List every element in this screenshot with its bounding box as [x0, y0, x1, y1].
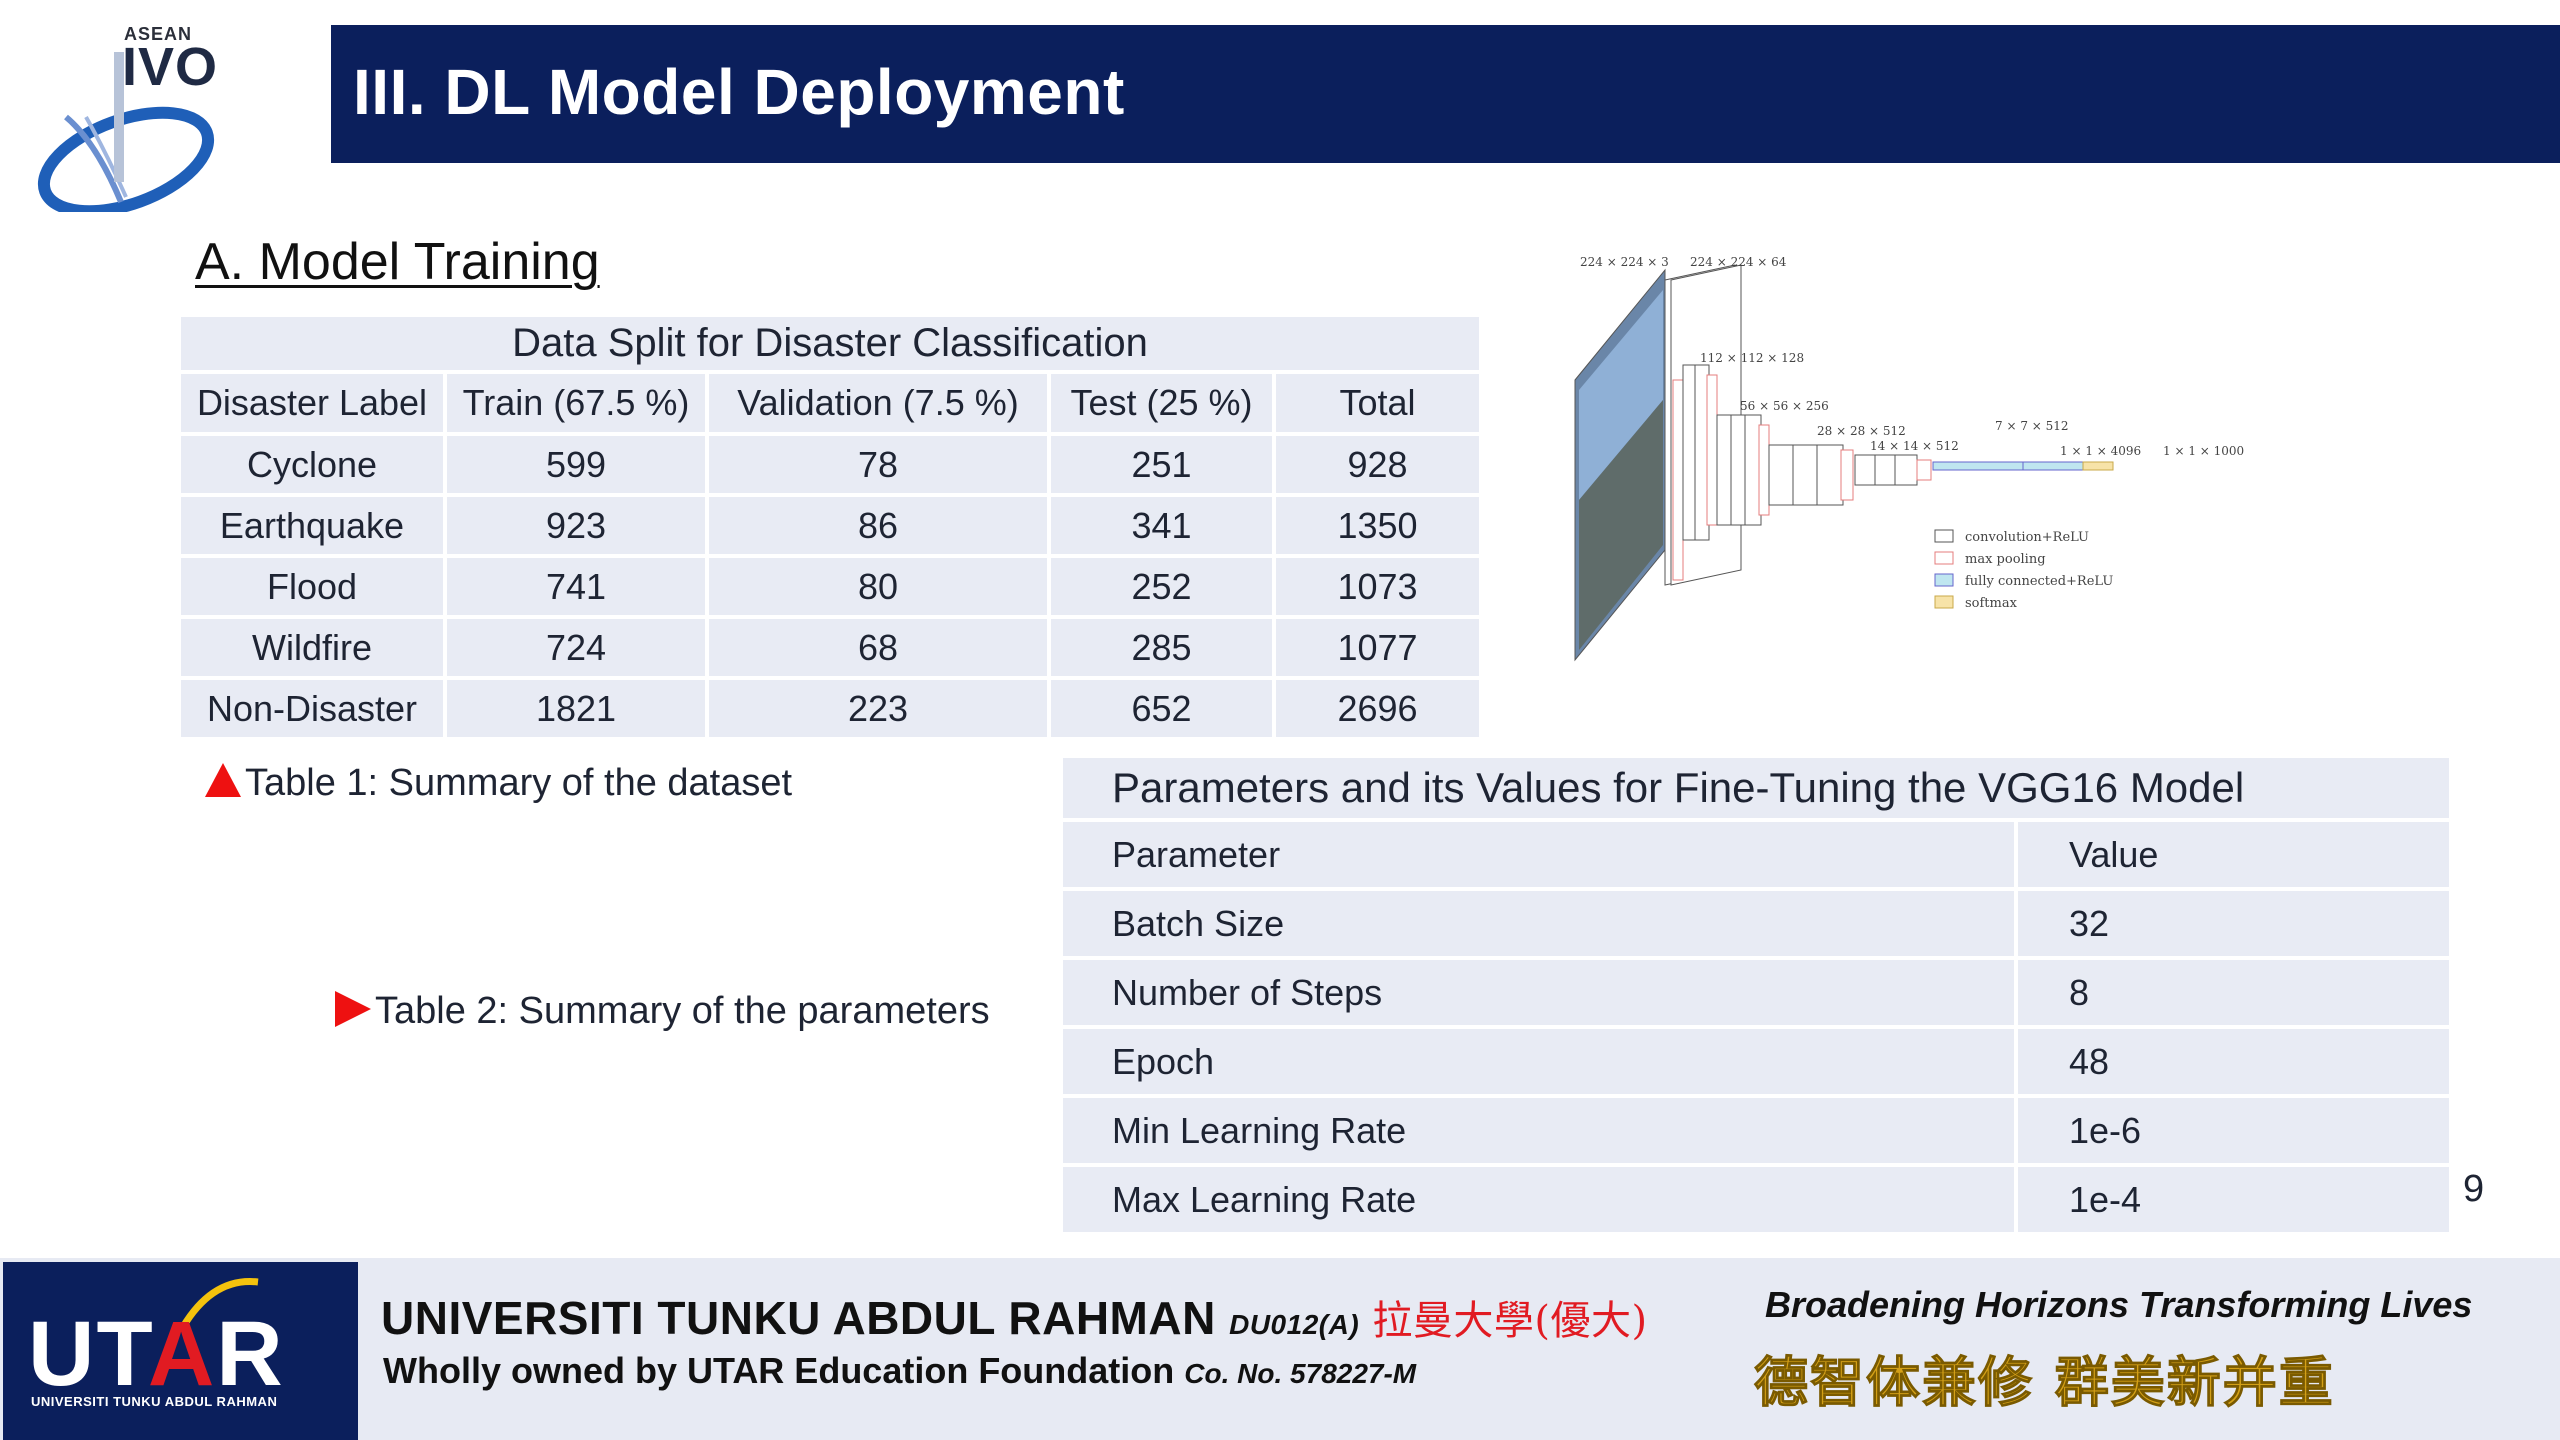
dataset-cell: 923 — [447, 497, 705, 554]
vgg16-diagram-svg: 224 × 224 × 3 224 × 224 × 64 112 × 112 ×… — [1574, 255, 2244, 662]
title-bar: III. DL Model Deployment — [331, 25, 2560, 163]
table1-label: Table 1: Summary of the dataset — [205, 762, 792, 805]
table-row: Number of Steps 8 — [1063, 960, 2449, 1025]
dataset-cell: 341 — [1051, 497, 1272, 554]
table-row: Earthquake 923 86 341 1350 — [181, 497, 1479, 554]
ownership-line: Wholly owned by UTAR Education Foundatio… — [383, 1350, 1416, 1392]
dataset-table: Data Split for Disaster Classification D… — [177, 313, 1483, 741]
dataset-table-caption: Data Split for Disaster Classification — [181, 317, 1479, 370]
parameters-table-caption: Parameters and its Values for Fine-Tunin… — [1063, 758, 2449, 818]
dim-label: 56 × 56 × 256 — [1740, 399, 1829, 413]
dataset-cell: 223 — [709, 680, 1047, 737]
motto-chinese: 德智体兼修 群美新并重 — [1754, 1350, 2335, 1415]
table-row: Parameter Value — [1063, 822, 2449, 887]
parameter-name: Min Learning Rate — [1063, 1098, 2014, 1163]
utar-logo-subtitle: UNIVERSITI TUNKU ABDUL RAHMAN — [31, 1394, 278, 1409]
section-heading: A. Model Training — [195, 233, 600, 291]
parameters-col-header: Value — [2018, 822, 2449, 887]
legend-item: max pooling — [1965, 552, 2046, 567]
dim-label: 14 × 14 × 512 — [1870, 439, 1959, 453]
legend-item: softmax — [1965, 596, 2018, 611]
ivo-logo: ASEAN IVO — [26, 22, 226, 212]
parameter-name: Max Learning Rate — [1063, 1167, 2014, 1232]
dim-label: 224 × 224 × 64 — [1690, 255, 1787, 269]
table-row: Min Learning Rate 1e-6 — [1063, 1098, 2449, 1163]
dataset-cell: 86 — [709, 497, 1047, 554]
dim-label: 7 × 7 × 512 — [1995, 419, 2069, 433]
registration-code: DU012(A) — [1229, 1309, 1360, 1340]
dataset-cell: 652 — [1051, 680, 1272, 737]
page-number: 9 — [2463, 1168, 2485, 1210]
parameter-name: Number of Steps — [1063, 960, 2014, 1025]
university-chinese-name: 拉曼大學(優大) — [1372, 1298, 1648, 1344]
legend-item: convolution+ReLU — [1965, 530, 2089, 545]
motto: Broadening Horizons Transforming Lives — [1765, 1284, 2473, 1325]
table-row: Non-Disaster 1821 223 652 2696 — [181, 680, 1479, 737]
parameter-value: 1e-4 — [2018, 1167, 2449, 1232]
parameter-value: 1e-6 — [2018, 1098, 2449, 1163]
dataset-cell: 928 — [1276, 436, 1479, 493]
table2-label-text: Table 2: Summary of the parameters — [375, 990, 990, 1032]
dataset-cell: 80 — [709, 558, 1047, 615]
dataset-cell: Wildfire — [181, 619, 443, 676]
university-name: UNIVERSITI TUNKU ABDUL RAHMAN DU012(A) 拉… — [381, 1288, 1648, 1346]
parameters-table: Parameters and its Values for Fine-Tunin… — [1059, 754, 2453, 1236]
legend-item: fully connected+ReLU — [1965, 574, 2113, 589]
university-name-text: UNIVERSITI TUNKU ABDUL RAHMAN — [381, 1292, 1216, 1344]
owned-by-text: Wholly owned by UTAR Education Foundatio… — [383, 1350, 1175, 1391]
parameters-col-header: Parameter — [1063, 822, 2014, 887]
table2-label: Table 2: Summary of the parameters — [335, 990, 990, 1033]
triangle-right-icon — [335, 991, 371, 1027]
dataset-cell: Earthquake — [181, 497, 443, 554]
slide-title: III. DL Model Deployment — [353, 56, 1125, 128]
dataset-cell: Non-Disaster — [181, 680, 443, 737]
dim-label: 1 × 1 × 1000 — [2163, 444, 2244, 458]
footer: UTAR UNIVERSITI TUNKU ABDUL RAHMAN UNIVE… — [0, 1258, 2560, 1440]
utar-logo: UTAR UNIVERSITI TUNKU ABDUL RAHMAN — [3, 1262, 358, 1440]
parameter-name: Epoch — [1063, 1029, 2014, 1094]
parameter-value: 48 — [2018, 1029, 2449, 1094]
table-row: Wildfire 724 68 285 1077 — [181, 619, 1479, 676]
dim-label: 28 × 28 × 512 — [1817, 424, 1906, 438]
table-row: Flood 741 80 252 1073 — [181, 558, 1479, 615]
dim-label: 112 × 112 × 128 — [1700, 351, 1804, 365]
dataset-cell: 2696 — [1276, 680, 1479, 737]
dataset-cell: 1073 — [1276, 558, 1479, 615]
dataset-cell: 1821 — [447, 680, 705, 737]
dataset-cell: 251 — [1051, 436, 1272, 493]
table-row: Cyclone 599 78 251 928 — [181, 436, 1479, 493]
dataset-col-header: Total — [1276, 374, 1479, 432]
dataset-cell: 1350 — [1276, 497, 1479, 554]
table-row: Epoch 48 — [1063, 1029, 2449, 1094]
vgg16-architecture-diagram: 224 × 224 × 3 224 × 224 × 64 112 × 112 ×… — [1565, 250, 2265, 670]
dataset-cell: 741 — [447, 558, 705, 615]
dataset-cell: 724 — [447, 619, 705, 676]
dataset-cell: 68 — [709, 619, 1047, 676]
table-row: Batch Size 32 — [1063, 891, 2449, 956]
dim-label: 224 × 224 × 3 — [1580, 255, 1669, 269]
parameter-value: 32 — [2018, 891, 2449, 956]
parameter-name: Batch Size — [1063, 891, 2014, 956]
dataset-cell: Flood — [181, 558, 443, 615]
dim-label: 1 × 1 × 4096 — [2060, 444, 2141, 458]
dataset-cell: 252 — [1051, 558, 1272, 615]
dataset-cell: 285 — [1051, 619, 1272, 676]
parameter-value: 8 — [2018, 960, 2449, 1025]
dataset-col-header: Train (67.5 %) — [447, 374, 705, 432]
dataset-cell: Cyclone — [181, 436, 443, 493]
dataset-col-header: Test (25 %) — [1051, 374, 1272, 432]
triangle-up-icon — [205, 763, 241, 797]
dataset-cell: 78 — [709, 436, 1047, 493]
dataset-col-header: Validation (7.5 %) — [709, 374, 1047, 432]
dataset-col-header: Disaster Label — [181, 374, 443, 432]
dataset-cell: 599 — [447, 436, 705, 493]
utar-logo-text: UTAR — [28, 1303, 285, 1405]
table1-label-text: Table 1: Summary of the dataset — [245, 762, 793, 804]
company-number: Co. No. 578227-M — [1184, 1358, 1417, 1389]
ivo-logo-text: IVO — [122, 37, 219, 97]
dataset-cell: 1077 — [1276, 619, 1479, 676]
table-row: Max Learning Rate 1e-4 — [1063, 1167, 2449, 1232]
